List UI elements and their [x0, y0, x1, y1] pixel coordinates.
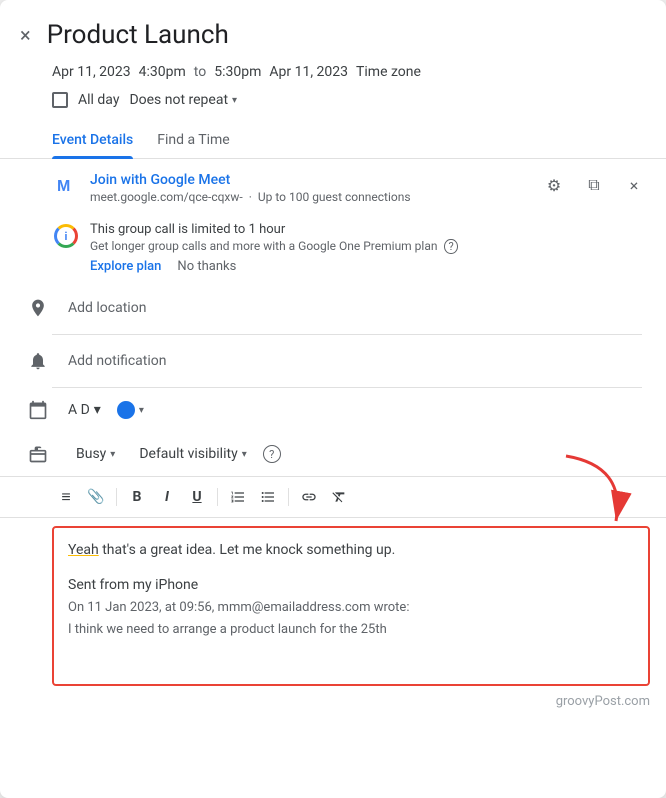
toolbar-attach-button[interactable]: 📎: [82, 483, 110, 511]
underline-icon: U: [192, 489, 201, 505]
chevron-down-icon: ▾: [232, 95, 237, 106]
toolbar-separator-1: [116, 488, 117, 506]
help-icon[interactable]: ?: [263, 445, 281, 463]
copy-icon: ⧉: [588, 175, 599, 195]
bold-icon: B: [133, 489, 142, 505]
close-icon: ×: [20, 23, 31, 47]
tab-find-time[interactable]: Find a Time: [157, 124, 230, 158]
meet-remove-button[interactable]: ×: [618, 169, 650, 201]
svg-text:M: M: [57, 178, 70, 195]
location-row: Add location: [0, 282, 666, 334]
upgrade-subtitle: Get longer group calls and more with a G…: [90, 239, 458, 253]
italic-icon: I: [165, 489, 169, 505]
calendar-chevron-icon: ▾: [94, 402, 101, 418]
attach-icon: 📎: [87, 489, 104, 505]
toolbar-ul-button[interactable]: [254, 483, 282, 511]
close-button[interactable]: ×: [16, 21, 35, 49]
start-date[interactable]: Apr 11, 2023: [52, 64, 131, 80]
notification-placeholder[interactable]: Add notification: [68, 353, 167, 369]
sent-from-text: Sent from my iPhone: [68, 575, 634, 596]
tabs-row: Event Details Find a Time: [0, 114, 666, 159]
to-separator: to: [194, 64, 206, 80]
visibility-label: Default visibility: [139, 446, 237, 462]
calendar-selector[interactable]: A D ▾: [68, 402, 101, 418]
busy-selector[interactable]: Busy ▾: [68, 442, 123, 466]
tab-event-details[interactable]: Event Details: [52, 124, 133, 158]
end-date[interactable]: Apr 11, 2023: [269, 64, 348, 80]
description-line1: that's a great idea. Let me knock someth…: [99, 542, 396, 558]
timezone-link[interactable]: Time zone: [356, 64, 421, 80]
end-time[interactable]: 5:30pm: [214, 64, 261, 80]
description-field[interactable]: Yeah that's a great idea. Let me knock s…: [52, 526, 650, 686]
calendar-row: A D ▾ ▾: [0, 388, 666, 432]
calendar-name: A D: [68, 402, 90, 418]
toolbar-bold-button[interactable]: B: [123, 483, 151, 511]
upgrade-banner: i This group call is limited to 1 hour G…: [52, 222, 650, 274]
toolbar-separator-2: [217, 488, 218, 506]
toolbar-more-button[interactable]: ≡: [52, 483, 80, 511]
busy-chevron-icon: ▾: [110, 449, 115, 460]
busy-label: Busy: [76, 446, 106, 462]
color-chevron-icon: ▾: [139, 405, 144, 416]
visibility-chevron-icon: ▾: [242, 449, 247, 460]
meet-url: meet.google.com/qce-cqxw-: [90, 190, 243, 204]
meet-join-link[interactable]: Join with Google Meet: [90, 172, 230, 188]
google-one-icon: i: [52, 222, 80, 250]
yeah-text: Yeah: [68, 542, 99, 558]
explore-plan-button[interactable]: Explore plan: [90, 259, 161, 274]
original-message-text: I think we need to arrange a product lau…: [68, 620, 634, 640]
upgrade-title: This group call is limited to 1 hour: [90, 222, 458, 237]
no-thanks-button[interactable]: No thanks: [177, 259, 236, 274]
notification-icon: [24, 347, 52, 375]
allday-checkbox[interactable]: [52, 92, 68, 108]
wrote-line-text: On 11 Jan 2023, at 09:56, mmm@emailaddre…: [68, 598, 634, 618]
toolbar-clear-format-button[interactable]: [325, 483, 353, 511]
allday-row: All day Does not repeat ▾: [0, 86, 666, 114]
meet-dot-sep: ·: [249, 190, 252, 204]
calendar-color-picker[interactable]: ▾: [117, 401, 144, 419]
meet-section: M Join with Google Meet meet.google.com/…: [0, 159, 666, 214]
meet-settings-button[interactable]: ⚙: [538, 169, 570, 201]
help-circle-icon: ?: [444, 239, 457, 254]
meet-copy-button[interactable]: ⧉: [578, 169, 610, 201]
watermark: groovyPost.com: [0, 686, 666, 713]
location-placeholder[interactable]: Add location: [68, 300, 146, 316]
allday-label: All day: [78, 92, 119, 108]
meet-guests: Up to 100 guest connections: [258, 190, 411, 204]
toolbar-separator-3: [288, 488, 289, 506]
toolbar-italic-button[interactable]: I: [153, 483, 181, 511]
gear-icon: ⚙: [547, 176, 561, 195]
datetime-row: Apr 11, 2023 4:30pm to 5:30pm Apr 11, 20…: [0, 58, 666, 86]
color-dot-icon: [117, 401, 135, 419]
briefcase-icon: [24, 440, 52, 468]
toolbar-link-button[interactable]: [295, 483, 323, 511]
repeat-dropdown[interactable]: Does not repeat ▾: [129, 92, 237, 108]
toolbar-underline-button[interactable]: U: [183, 483, 211, 511]
location-icon: [24, 294, 52, 322]
status-row: Busy ▾ Default visibility ▾ ?: [0, 432, 666, 476]
description-container: Yeah that's a great idea. Let me knock s…: [0, 526, 666, 686]
toolbar-row: ≡ 📎 B I U: [0, 476, 666, 518]
notification-row: Add notification: [0, 335, 666, 387]
start-time[interactable]: 4:30pm: [139, 64, 186, 80]
visibility-selector[interactable]: Default visibility ▾: [131, 442, 254, 466]
meet-logo-icon: M: [52, 171, 80, 199]
calendar-icon: [24, 396, 52, 424]
event-title: Product Launch: [47, 20, 642, 50]
toolbar-ol-button[interactable]: [224, 483, 252, 511]
close-icon: ×: [630, 176, 639, 195]
repeat-label: Does not repeat: [129, 92, 228, 108]
